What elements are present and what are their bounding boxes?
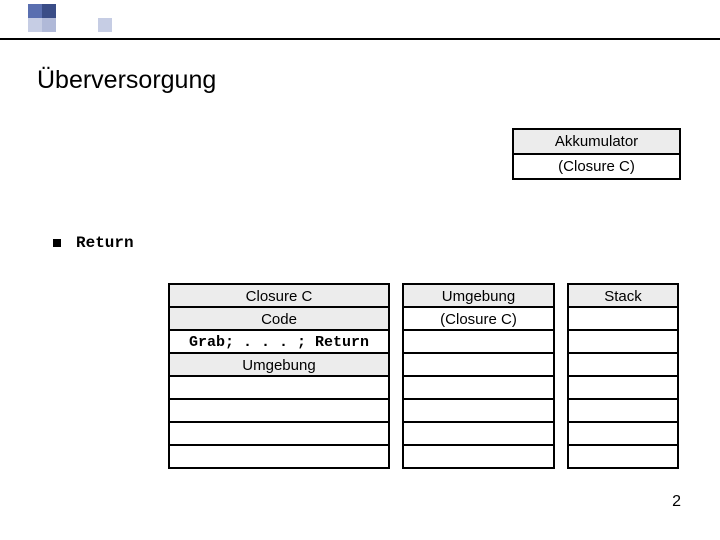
- table-row: Umgebung: [170, 354, 388, 377]
- bullet-icon: [53, 239, 61, 247]
- umgebung-table: Umgebung (Closure C): [402, 283, 555, 469]
- table-row: [170, 377, 388, 400]
- accumulator-header: Akkumulator: [514, 130, 679, 155]
- umgebung-header: Umgebung: [404, 285, 553, 308]
- deco-square: [42, 4, 56, 18]
- table-row: Grab; . . . ; Return: [170, 331, 388, 354]
- table-row: [569, 400, 677, 423]
- table-row: [569, 423, 677, 446]
- accumulator-box: Akkumulator (Closure C): [512, 128, 681, 180]
- table-row: [569, 308, 677, 331]
- table-row: [404, 446, 553, 469]
- table-row: Code: [170, 308, 388, 331]
- table-row: [569, 377, 677, 400]
- deco-square: [42, 18, 56, 32]
- table-row: [404, 377, 553, 400]
- table-row: [170, 400, 388, 423]
- table-row: [569, 331, 677, 354]
- table-row: [404, 354, 553, 377]
- table-row: [569, 354, 677, 377]
- stack-table: Stack: [567, 283, 679, 469]
- table-row: [170, 423, 388, 446]
- table-row: [404, 331, 553, 354]
- table-row: [404, 423, 553, 446]
- closure-table: Closure C Code Grab; . . . ; Return Umge…: [168, 283, 390, 469]
- slide-decoration: [0, 0, 720, 44]
- table-row: [170, 446, 388, 469]
- table-row: [404, 400, 553, 423]
- closure-header: Closure C: [170, 285, 388, 308]
- page-number: 2: [672, 493, 681, 511]
- stack-header: Stack: [569, 285, 677, 308]
- accumulator-value: (Closure C): [514, 155, 679, 178]
- deco-square: [28, 4, 42, 18]
- slide-title: Überversorgung: [37, 66, 216, 95]
- deco-square: [28, 18, 42, 32]
- table-row: (Closure C): [404, 308, 553, 331]
- bullet-item: Return: [53, 234, 134, 252]
- table-row: [569, 446, 677, 469]
- tables-row: Closure C Code Grab; . . . ; Return Umge…: [168, 283, 679, 469]
- horizontal-rule: [0, 38, 720, 40]
- deco-square: [98, 18, 112, 32]
- bullet-label: Return: [76, 234, 134, 252]
